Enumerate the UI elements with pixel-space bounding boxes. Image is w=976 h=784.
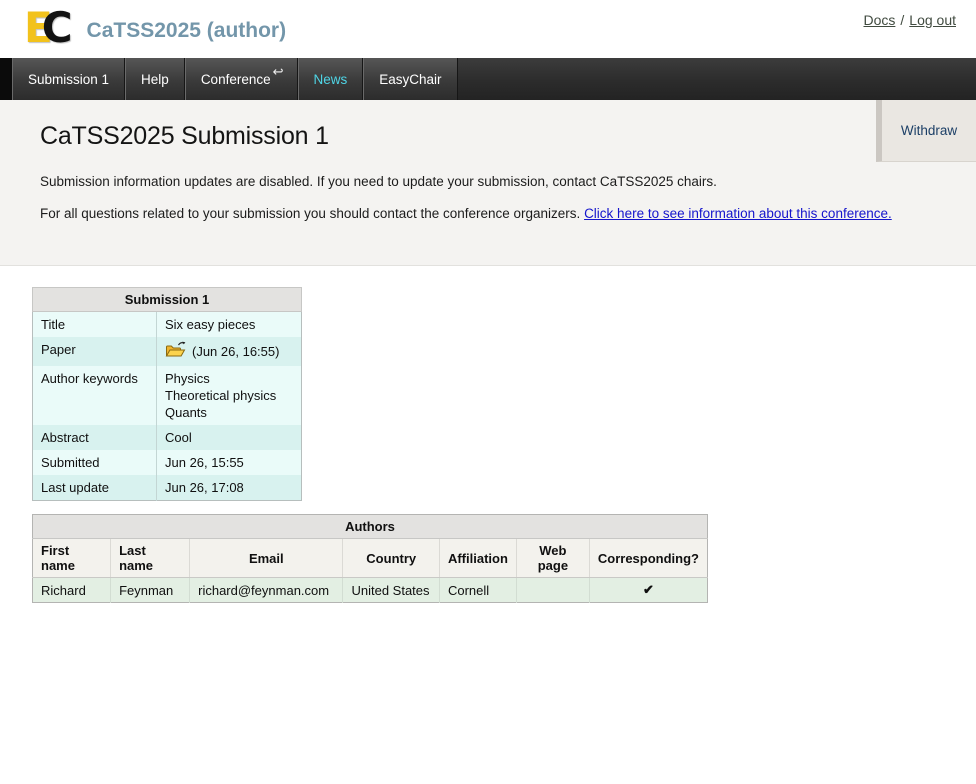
row-value: Six easy pieces bbox=[157, 312, 302, 338]
row-value: Jun 26, 17:08 bbox=[157, 475, 302, 501]
table-row-last-update: Last update Jun 26, 17:08 bbox=[33, 475, 302, 501]
row-label: Author keywords bbox=[33, 366, 157, 425]
author-affiliation: Cornell bbox=[439, 578, 516, 603]
links-separator: / bbox=[900, 12, 904, 28]
col-last-name: Last name bbox=[111, 539, 190, 578]
row-label: Submitted bbox=[33, 450, 157, 475]
author-email: richard@feynman.com bbox=[190, 578, 343, 603]
page-header-band: CaTSS2025 Submission 1 Withdraw Submissi… bbox=[0, 100, 976, 266]
notice-updates-disabled: Submission information updates are disab… bbox=[40, 174, 940, 189]
keyword: Theoretical physics bbox=[165, 387, 293, 404]
table-row-keywords: Author keywords Physics Theoretical phys… bbox=[33, 366, 302, 425]
submission-table: Submission 1 Title Six easy pieces Paper bbox=[32, 287, 302, 501]
conference-info-link[interactable]: Click here to see information about this… bbox=[584, 206, 892, 221]
authors-table-title: Authors bbox=[33, 515, 708, 539]
authors-table: Authors First name Last name Email Count… bbox=[32, 514, 708, 603]
return-arrow-icon: ↩ bbox=[273, 64, 284, 80]
keyword: Quants bbox=[165, 404, 293, 421]
col-first-name: First name bbox=[33, 539, 111, 578]
tab-news[interactable]: News bbox=[298, 58, 364, 100]
author-row: Richard Feynman richard@feynman.com Unit… bbox=[33, 578, 708, 603]
col-web-page: Web page bbox=[516, 539, 589, 578]
table-row-paper: Paper (Jun 26, 16:55) bbox=[33, 337, 302, 366]
easychair-logo[interactable]: EC CaTSS2025 (author) bbox=[24, 4, 286, 52]
paper-timestamp: (Jun 26, 16:55) bbox=[192, 343, 279, 360]
page-title: CaTSS2025 Submission 1 bbox=[40, 122, 329, 151]
author-corresponding-check: ✔ bbox=[589, 578, 707, 603]
row-value: Jun 26, 15:55 bbox=[157, 450, 302, 475]
tab-help[interactable]: Help bbox=[125, 58, 185, 100]
notice-contact-organizers: For all questions related to your submis… bbox=[40, 204, 912, 224]
authors-column-headers: First name Last name Email Country Affil… bbox=[33, 539, 708, 578]
submission-table-title: Submission 1 bbox=[33, 288, 302, 312]
docs-link[interactable]: Docs bbox=[863, 12, 895, 28]
logout-link[interactable]: Log out bbox=[909, 12, 956, 28]
main-nav: Submission 1 Help Conference↩ News EasyC… bbox=[0, 58, 976, 100]
top-links: Docs / Log out bbox=[863, 12, 956, 28]
row-label: Paper bbox=[33, 337, 157, 366]
notice-contact-text: For all questions related to your submis… bbox=[40, 206, 584, 221]
author-web-page bbox=[516, 578, 589, 603]
table-row-submitted: Submitted Jun 26, 15:55 bbox=[33, 450, 302, 475]
withdraw-panel: Withdraw bbox=[876, 100, 976, 162]
content-area: Submission 1 Title Six easy pieces Paper bbox=[0, 287, 976, 603]
tab-easychair[interactable]: EasyChair bbox=[363, 58, 457, 100]
paper-folder-icon[interactable] bbox=[165, 341, 186, 362]
row-label: Last update bbox=[33, 475, 157, 501]
app-title: CaTSS2025 (author) bbox=[87, 13, 287, 43]
row-value: Cool bbox=[157, 425, 302, 450]
top-header: EC CaTSS2025 (author) Docs / Log out bbox=[0, 0, 976, 58]
table-row-title: Title Six easy pieces bbox=[33, 312, 302, 338]
col-corresponding: Corresponding? bbox=[589, 539, 707, 578]
row-label: Title bbox=[33, 312, 157, 338]
table-row-abstract: Abstract Cool bbox=[33, 425, 302, 450]
col-country: Country bbox=[343, 539, 439, 578]
author-country: United States bbox=[343, 578, 439, 603]
withdraw-link[interactable]: Withdraw bbox=[901, 123, 957, 138]
col-affiliation: Affiliation bbox=[439, 539, 516, 578]
author-last-name: Feynman bbox=[111, 578, 190, 603]
keyword: Physics bbox=[165, 370, 293, 387]
author-first-name: Richard bbox=[33, 578, 111, 603]
tab-conference[interactable]: Conference↩ bbox=[185, 58, 298, 100]
tab-submission-1[interactable]: Submission 1 bbox=[12, 58, 125, 100]
col-email: Email bbox=[190, 539, 343, 578]
nav-left-strip bbox=[0, 58, 12, 100]
logo-ec-icon: EC bbox=[24, 4, 73, 52]
row-label: Abstract bbox=[33, 425, 157, 450]
